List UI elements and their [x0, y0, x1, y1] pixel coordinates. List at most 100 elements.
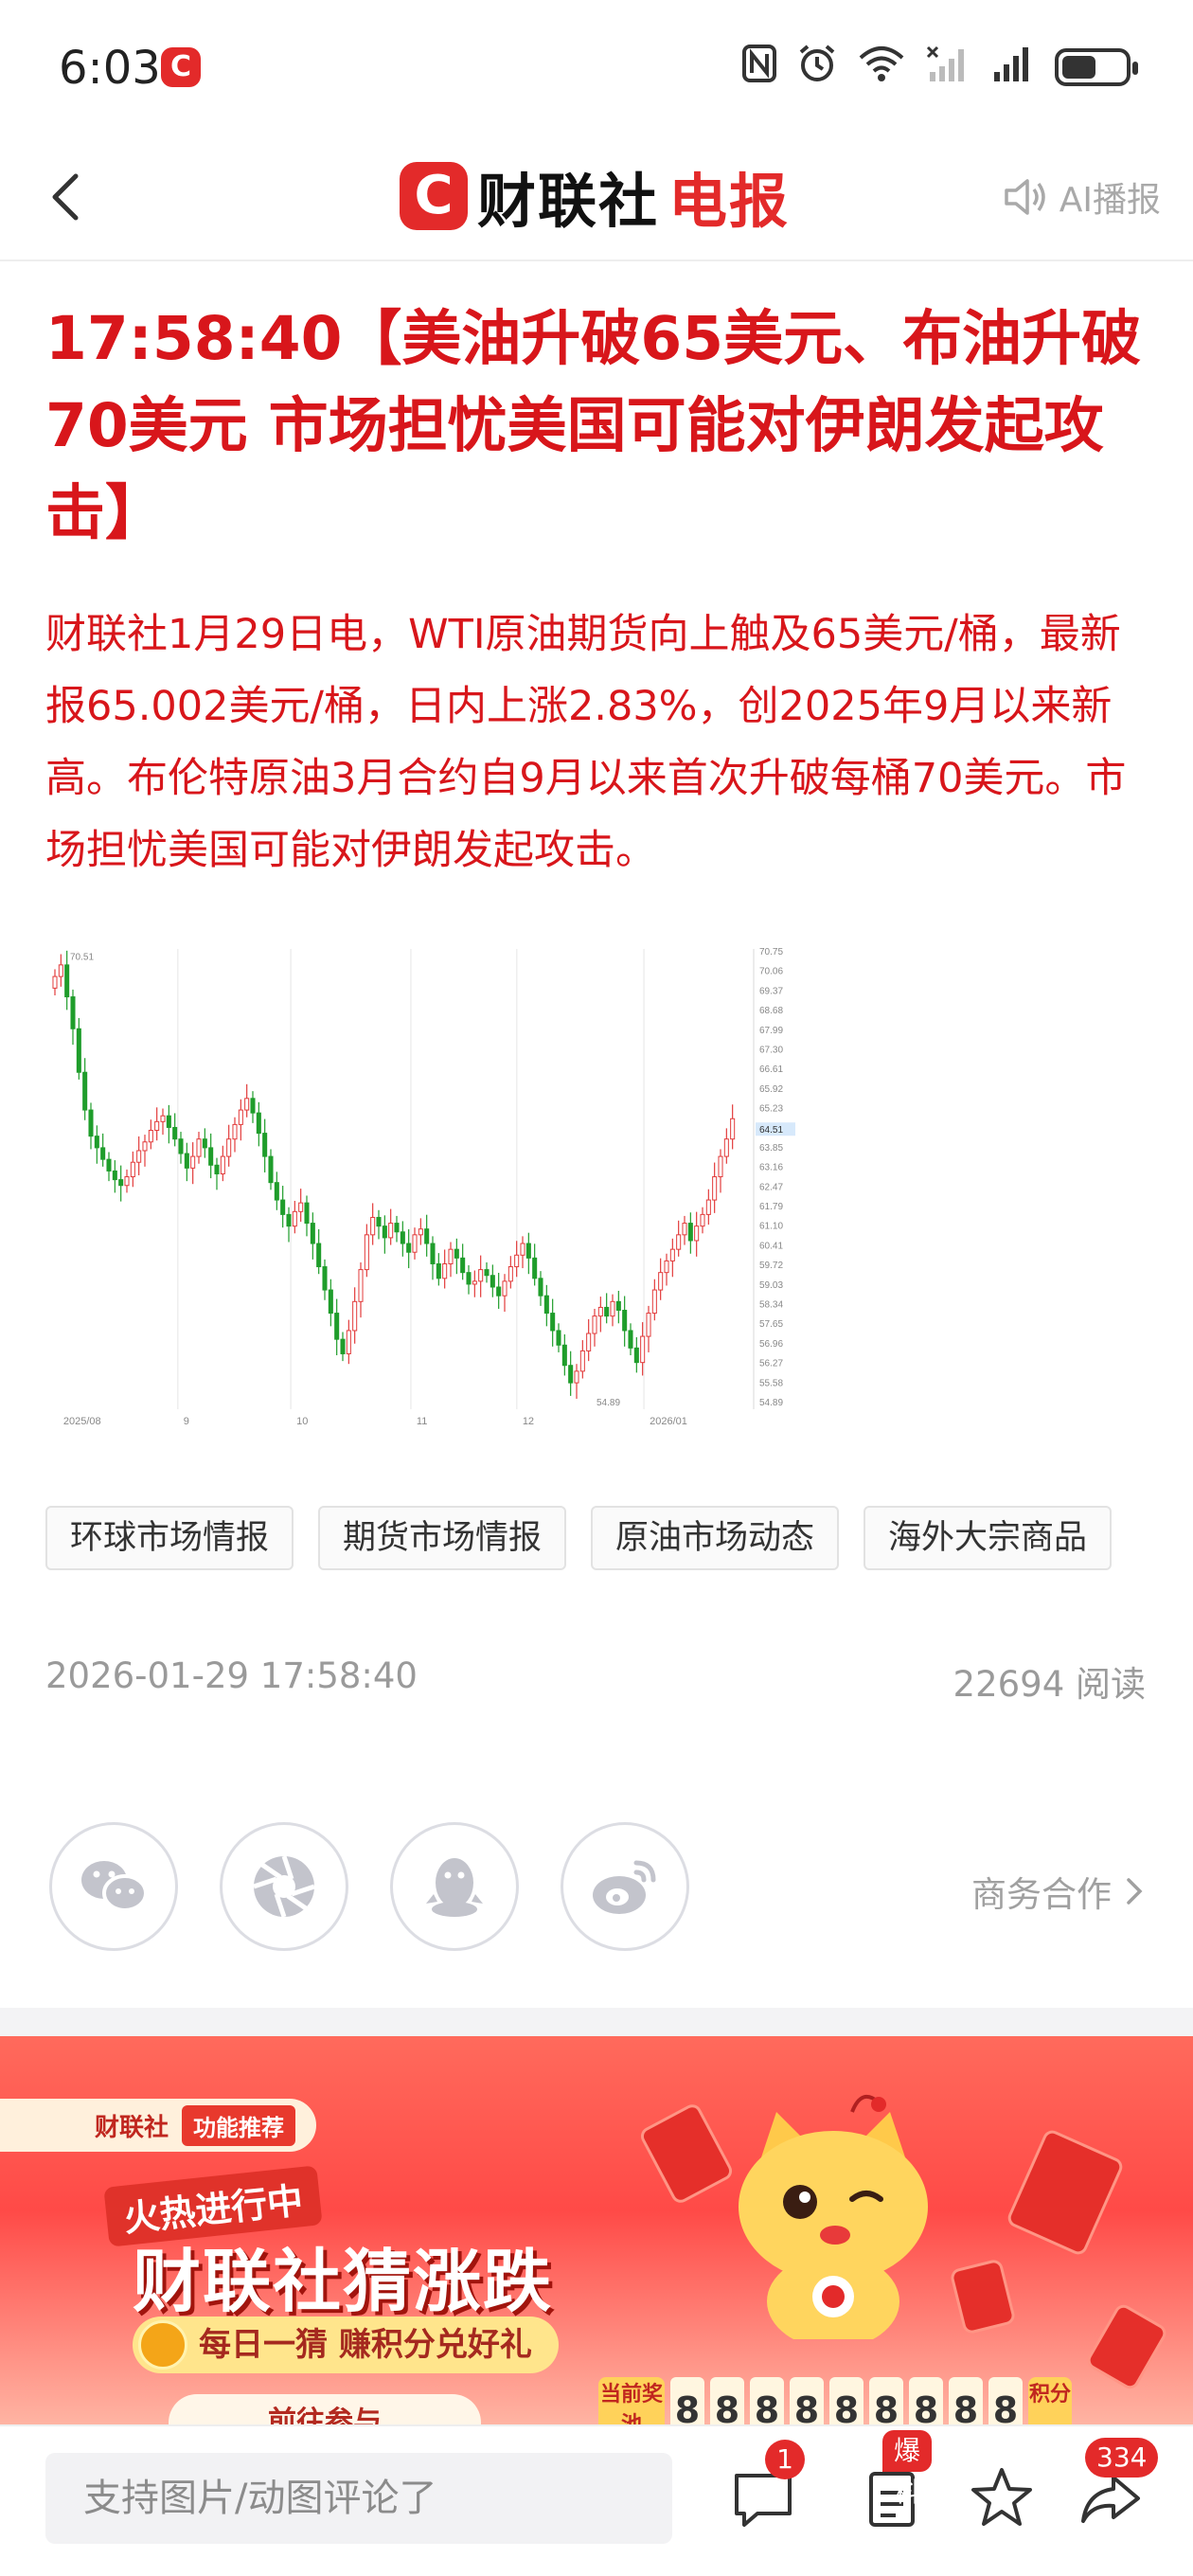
- candle-body: [454, 1248, 459, 1259]
- candle-body: [232, 1123, 238, 1140]
- candle-body: [597, 1306, 603, 1317]
- banner-title: 财联社猜涨跌: [133, 2242, 554, 2321]
- candle-body: [196, 1138, 202, 1157]
- comments-button[interactable]: 1: [727, 2440, 805, 2534]
- chevron-right-icon: [1127, 1878, 1143, 1905]
- candle-body: [214, 1164, 220, 1174]
- y-tick-label: 69.37: [759, 986, 783, 996]
- candle-body: [244, 1098, 250, 1111]
- candle-body: [705, 1199, 711, 1215]
- alarm-icon: [797, 44, 837, 92]
- candle-body: [280, 1199, 286, 1215]
- candle-body: [556, 1330, 561, 1346]
- candle-body: [190, 1155, 196, 1169]
- candle-body: [202, 1138, 207, 1149]
- candle-body: [718, 1155, 723, 1178]
- candle-body: [694, 1225, 700, 1242]
- candle-body: [615, 1300, 621, 1312]
- candle-body: [568, 1365, 574, 1384]
- y-tick-label: 68.68: [759, 1006, 783, 1016]
- y-tick-label: 61.79: [759, 1202, 783, 1212]
- candle-body: [442, 1262, 448, 1279]
- chevron-left-icon: [52, 173, 79, 221]
- red-envelope-icon: [1084, 2301, 1169, 2392]
- candle-body: [388, 1223, 394, 1239]
- y-tick-label: 65.92: [759, 1084, 783, 1095]
- signal-icon: [990, 44, 1034, 92]
- nfc-icon: [742, 44, 776, 91]
- price-chart[interactable]: 2025/08 9 10 11 12 2026/01 70.75 70.06 69.37 68.6…: [45, 936, 803, 1438]
- prize-pool-digit: 8: [829, 2377, 864, 2424]
- candle-body: [64, 964, 70, 998]
- candle-body: [628, 1330, 633, 1349]
- candle-body: [586, 1333, 592, 1351]
- prize-pool-digit: 8: [909, 2377, 943, 2424]
- candle-body: [238, 1109, 243, 1125]
- y-tick-label: 65.23: [759, 1104, 783, 1115]
- candle-body: [256, 1112, 261, 1135]
- ai-play-button[interactable]: AI播报: [1003, 172, 1161, 222]
- tag-item[interactable]: 原油市场动态: [591, 1506, 840, 1570]
- candle-body: [550, 1313, 556, 1332]
- share-button[interactable]: 334: [1076, 2438, 1159, 2534]
- share-wechat-button[interactable]: [49, 1822, 178, 1951]
- prize-pool-digit: 8: [988, 2377, 1023, 2424]
- price-chart-svg: 2025/08 9 10 11 12 2026/01 70.75 70.06 69.37 68.6…: [52, 947, 795, 1427]
- candle-body: [525, 1243, 531, 1259]
- candle-body: [532, 1257, 538, 1279]
- tag-item[interactable]: 期货市场情报: [318, 1506, 567, 1570]
- prize-pool-digit: 8: [750, 2377, 784, 2424]
- candle-body: [640, 1335, 646, 1364]
- candle-body: [166, 1115, 171, 1128]
- promo-banner[interactable]: 财联社 功能推荐 火热进行中 财联社猜涨跌 每日一猜 赚积分兑好礼 前往参与 当…: [0, 2036, 1193, 2424]
- current-price-label: 64.51: [759, 1125, 783, 1136]
- share-row: [49, 1822, 689, 1951]
- y-tick-label: 58.34: [759, 1300, 783, 1311]
- candle-body: [76, 1028, 81, 1073]
- banner-chip-function: 功能推荐: [182, 2104, 296, 2146]
- publish-date: 2026-01-29 17:58:40: [45, 1655, 418, 1696]
- candle-body: [310, 1223, 315, 1244]
- candle-body: [322, 1266, 328, 1291]
- coin-icon: [138, 2320, 187, 2370]
- share-weibo-button[interactable]: [561, 1822, 689, 1951]
- star-icon: [971, 2468, 1032, 2526]
- share-qq-button[interactable]: [390, 1822, 519, 1951]
- candle-body: [406, 1243, 412, 1253]
- y-tick-label: 70.06: [759, 967, 783, 977]
- candle-body: [58, 964, 63, 977]
- tip-off-button[interactable]: 爆料: [858, 2430, 933, 2534]
- candle-body: [460, 1257, 466, 1274]
- logo-mark: C: [400, 162, 468, 230]
- business-cooperation-link[interactable]: 商务合作: [971, 1866, 1144, 1917]
- moments-icon: [253, 1855, 315, 1918]
- candle-body: [496, 1286, 502, 1297]
- candle-body: [88, 1109, 94, 1137]
- share-moments-button[interactable]: [220, 1822, 348, 1951]
- banner-chip-brand: 财联社: [95, 2113, 169, 2142]
- y-tick-label: 63.16: [759, 1163, 783, 1173]
- candle-body: [507, 1266, 513, 1282]
- signal-off-icon: [926, 44, 970, 92]
- comment-input[interactable]: 支持图片/动图评论了: [45, 2453, 672, 2544]
- candle-body: [448, 1248, 454, 1264]
- candle-body: [682, 1223, 687, 1236]
- candle-body: [514, 1254, 520, 1268]
- candle-body: [633, 1347, 639, 1364]
- candle-body: [700, 1213, 705, 1227]
- candle-body: [250, 1098, 256, 1114]
- candle-body: [298, 1202, 304, 1212]
- candle-body: [358, 1269, 364, 1302]
- candle-body: [346, 1330, 351, 1354]
- candle-body: [490, 1275, 495, 1288]
- banner-go-button[interactable]: 前往参与: [169, 2394, 481, 2424]
- max-value-label: 70.51: [70, 953, 94, 963]
- candle-body: [316, 1243, 322, 1268]
- tag-item[interactable]: 环球市场情报: [45, 1506, 294, 1570]
- favorite-button[interactable]: [966, 2462, 1038, 2534]
- candle-body: [430, 1243, 436, 1264]
- back-button[interactable]: [42, 163, 98, 231]
- candle-body: [466, 1272, 472, 1285]
- tag-item[interactable]: 海外大宗商品: [864, 1506, 1113, 1570]
- candle-body: [370, 1216, 376, 1236]
